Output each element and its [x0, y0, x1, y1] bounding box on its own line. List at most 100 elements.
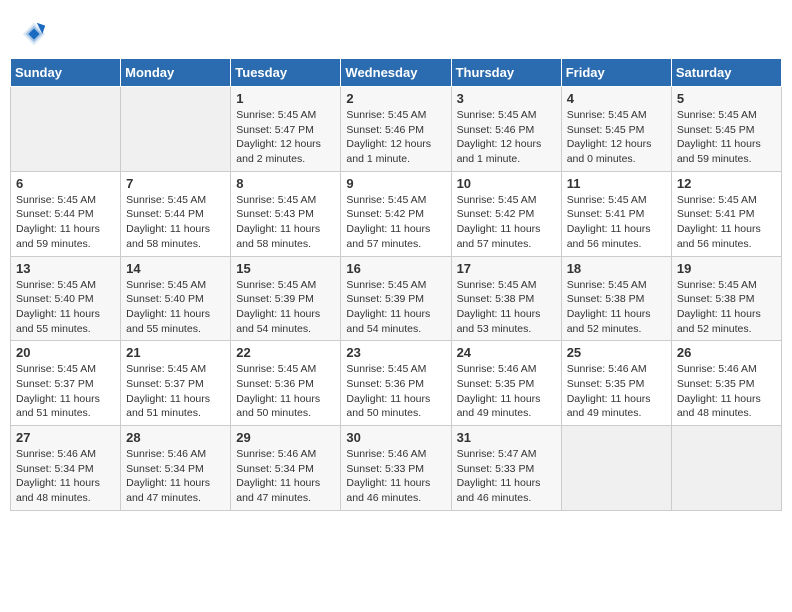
day-number: 12 [677, 176, 776, 191]
calendar-week-3: 13 Sunrise: 5:45 AM Sunset: 5:40 PM Dayli… [11, 256, 782, 341]
cell-content: Sunrise: 5:45 AM Sunset: 5:44 PM Dayligh… [126, 193, 225, 252]
calendar-header-row: SundayMondayTuesdayWednesdayThursdayFrid… [11, 59, 782, 87]
day-header-wednesday: Wednesday [341, 59, 451, 87]
day-number: 1 [236, 91, 335, 106]
calendar-week-5: 27 Sunrise: 5:46 AM Sunset: 5:34 PM Dayli… [11, 426, 782, 511]
day-number: 7 [126, 176, 225, 191]
calendar-week-4: 20 Sunrise: 5:45 AM Sunset: 5:37 PM Dayli… [11, 341, 782, 426]
calendar-cell: 15 Sunrise: 5:45 AM Sunset: 5:39 PM Dayli… [231, 256, 341, 341]
day-number: 10 [457, 176, 556, 191]
cell-content: Sunrise: 5:46 AM Sunset: 5:34 PM Dayligh… [126, 447, 225, 506]
day-number: 25 [567, 345, 666, 360]
calendar-cell: 29 Sunrise: 5:46 AM Sunset: 5:34 PM Dayli… [231, 426, 341, 511]
cell-content: Sunrise: 5:45 AM Sunset: 5:43 PM Dayligh… [236, 193, 335, 252]
calendar-cell: 17 Sunrise: 5:45 AM Sunset: 5:38 PM Dayli… [451, 256, 561, 341]
day-number: 9 [346, 176, 445, 191]
day-number: 30 [346, 430, 445, 445]
calendar-cell: 9Sunrise: 5:45 AM Sunset: 5:42 PM Daylig… [341, 171, 451, 256]
calendar-cell: 21 Sunrise: 5:45 AM Sunset: 5:37 PM Dayli… [121, 341, 231, 426]
calendar-cell: 26 Sunrise: 5:46 AM Sunset: 5:35 PM Dayli… [671, 341, 781, 426]
calendar-cell: 11 Sunrise: 5:45 AM Sunset: 5:41 PM Dayli… [561, 171, 671, 256]
calendar-cell: 16 Sunrise: 5:45 AM Sunset: 5:39 PM Dayli… [341, 256, 451, 341]
cell-content: Sunrise: 5:45 AM Sunset: 5:36 PM Dayligh… [236, 362, 335, 421]
day-number: 19 [677, 261, 776, 276]
day-number: 16 [346, 261, 445, 276]
day-number: 27 [16, 430, 115, 445]
calendar-cell: 3 Sunrise: 5:45 AM Sunset: 5:46 PM Daylig… [451, 87, 561, 172]
day-number: 23 [346, 345, 445, 360]
calendar-cell: 5 Sunrise: 5:45 AM Sunset: 5:45 PM Daylig… [671, 87, 781, 172]
logo [20, 20, 52, 48]
cell-content: Sunrise: 5:46 AM Sunset: 5:35 PM Dayligh… [457, 362, 556, 421]
cell-content: Sunrise: 5:45 AM Sunset: 5:40 PM Dayligh… [126, 278, 225, 337]
day-header-thursday: Thursday [451, 59, 561, 87]
day-header-sunday: Sunday [11, 59, 121, 87]
cell-content: Sunrise: 5:45 AM Sunset: 5:37 PM Dayligh… [16, 362, 115, 421]
calendar-cell: 24 Sunrise: 5:46 AM Sunset: 5:35 PM Dayli… [451, 341, 561, 426]
day-number: 8 [236, 176, 335, 191]
day-number: 17 [457, 261, 556, 276]
day-number: 6 [16, 176, 115, 191]
calendar-cell: 14Sunrise: 5:45 AM Sunset: 5:40 PM Dayli… [121, 256, 231, 341]
day-header-saturday: Saturday [671, 59, 781, 87]
calendar-cell: 31 Sunrise: 5:47 AM Sunset: 5:33 PM Dayli… [451, 426, 561, 511]
calendar-cell: 8 Sunrise: 5:45 AM Sunset: 5:43 PM Daylig… [231, 171, 341, 256]
calendar-cell: 12 Sunrise: 5:45 AM Sunset: 5:41 PM Dayli… [671, 171, 781, 256]
calendar-cell: 20 Sunrise: 5:45 AM Sunset: 5:37 PM Dayli… [11, 341, 121, 426]
day-number: 26 [677, 345, 776, 360]
cell-content: Sunrise: 5:47 AM Sunset: 5:33 PM Dayligh… [457, 447, 556, 506]
cell-content: Sunrise: 5:45 AM Sunset: 5:41 PM Dayligh… [567, 193, 666, 252]
day-header-tuesday: Tuesday [231, 59, 341, 87]
day-number: 22 [236, 345, 335, 360]
day-number: 2 [346, 91, 445, 106]
cell-content: Sunrise: 5:45 AM Sunset: 5:44 PM Dayligh… [16, 193, 115, 252]
day-number: 11 [567, 176, 666, 191]
calendar-cell: 1 Sunrise: 5:45 AM Sunset: 5:47 PM Daylig… [231, 87, 341, 172]
cell-content: Sunrise: 5:45 AM Sunset: 5:38 PM Dayligh… [567, 278, 666, 337]
calendar-cell [121, 87, 231, 172]
cell-content: Sunrise: 5:45 AM Sunset: 5:37 PM Dayligh… [126, 362, 225, 421]
calendar-cell: 13Sunrise: 5:45 AM Sunset: 5:40 PM Dayli… [11, 256, 121, 341]
calendar-cell: 22 Sunrise: 5:45 AM Sunset: 5:36 PM Dayli… [231, 341, 341, 426]
day-number: 13 [16, 261, 115, 276]
day-header-friday: Friday [561, 59, 671, 87]
calendar-cell: 2 Sunrise: 5:45 AM Sunset: 5:46 PM Daylig… [341, 87, 451, 172]
day-number: 20 [16, 345, 115, 360]
day-number: 24 [457, 345, 556, 360]
cell-content: Sunrise: 5:45 AM Sunset: 5:47 PM Dayligh… [236, 108, 335, 167]
calendar-table: SundayMondayTuesdayWednesdayThursdayFrid… [10, 58, 782, 511]
calendar-week-1: 1 Sunrise: 5:45 AM Sunset: 5:47 PM Daylig… [11, 87, 782, 172]
cell-content: Sunrise: 5:45 AM Sunset: 5:46 PM Dayligh… [457, 108, 556, 167]
day-number: 4 [567, 91, 666, 106]
calendar-cell [11, 87, 121, 172]
day-number: 31 [457, 430, 556, 445]
calendar-cell: 4 Sunrise: 5:45 AM Sunset: 5:45 PM Daylig… [561, 87, 671, 172]
calendar-cell [671, 426, 781, 511]
cell-content: Sunrise: 5:45 AM Sunset: 5:42 PM Dayligh… [457, 193, 556, 252]
cell-content: Sunrise: 5:45 AM Sunset: 5:38 PM Dayligh… [677, 278, 776, 337]
calendar-cell: 7 Sunrise: 5:45 AM Sunset: 5:44 PM Daylig… [121, 171, 231, 256]
day-number: 5 [677, 91, 776, 106]
cell-content: Sunrise: 5:45 AM Sunset: 5:38 PM Dayligh… [457, 278, 556, 337]
cell-content: Sunrise: 5:45 AM Sunset: 5:45 PM Dayligh… [567, 108, 666, 167]
cell-content: Sunrise: 5:46 AM Sunset: 5:35 PM Dayligh… [677, 362, 776, 421]
calendar-cell: 19 Sunrise: 5:45 AM Sunset: 5:38 PM Dayli… [671, 256, 781, 341]
page-header [10, 10, 782, 53]
calendar-cell: 6 Sunrise: 5:45 AM Sunset: 5:44 PM Daylig… [11, 171, 121, 256]
cell-content: Sunrise: 5:45 AM Sunset: 5:39 PM Dayligh… [236, 278, 335, 337]
cell-content: Sunrise: 5:45 AM Sunset: 5:39 PM Dayligh… [346, 278, 445, 337]
cell-content: Sunrise: 5:46 AM Sunset: 5:34 PM Dayligh… [16, 447, 115, 506]
cell-content: Sunrise: 5:45 AM Sunset: 5:45 PM Dayligh… [677, 108, 776, 167]
day-number: 3 [457, 91, 556, 106]
day-number: 29 [236, 430, 335, 445]
day-number: 15 [236, 261, 335, 276]
cell-content: Sunrise: 5:45 AM Sunset: 5:41 PM Dayligh… [677, 193, 776, 252]
calendar-cell: 18Sunrise: 5:45 AM Sunset: 5:38 PM Dayli… [561, 256, 671, 341]
calendar-cell: 30Sunrise: 5:46 AM Sunset: 5:33 PM Dayli… [341, 426, 451, 511]
cell-content: Sunrise: 5:45 AM Sunset: 5:46 PM Dayligh… [346, 108, 445, 167]
day-header-monday: Monday [121, 59, 231, 87]
logo-icon [20, 20, 48, 48]
day-number: 21 [126, 345, 225, 360]
cell-content: Sunrise: 5:46 AM Sunset: 5:34 PM Dayligh… [236, 447, 335, 506]
cell-content: Sunrise: 5:45 AM Sunset: 5:36 PM Dayligh… [346, 362, 445, 421]
